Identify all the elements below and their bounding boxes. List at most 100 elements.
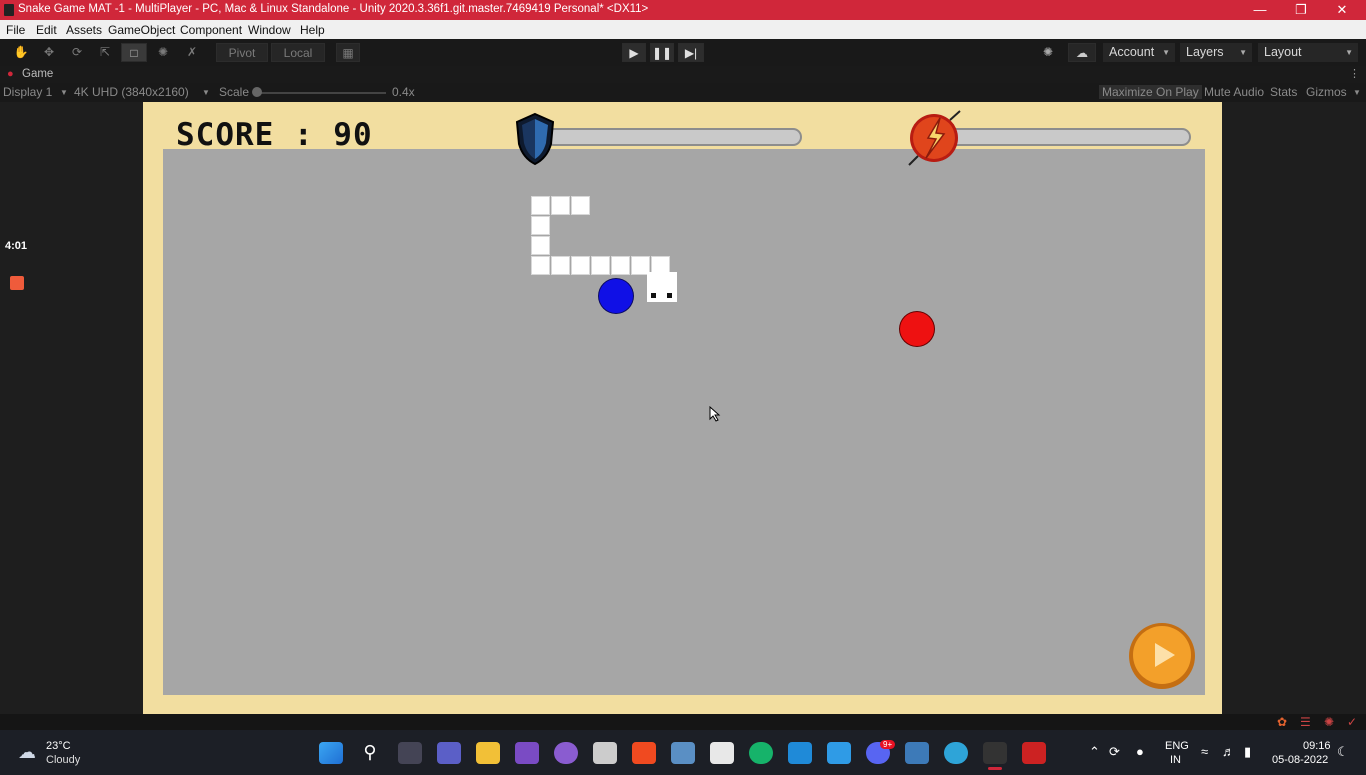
layers-dropdown[interactable]: Layers ▼ (1180, 43, 1252, 62)
notification-badge: 9+ (880, 740, 896, 749)
layout-dropdown[interactable]: Layout ▼ (1258, 43, 1358, 62)
move-tool-icon[interactable]: ✥ (36, 43, 62, 62)
unity-icon (4, 4, 14, 16)
play-button[interactable]: ▶ (622, 43, 646, 62)
grid-snap-icon[interactable]: ▦ (336, 43, 360, 62)
bug-icon[interactable]: ✿ (1277, 715, 1287, 729)
notifications-icon[interactable]: ☾ (1337, 744, 1349, 760)
resolution-dropdown[interactable]: 4K UHD (3840x2160) (74, 85, 189, 99)
stop-recording-button[interactable] (10, 276, 24, 290)
grammarly-icon[interactable] (749, 742, 773, 764)
microphone-icon[interactable]: ● (1136, 744, 1144, 759)
windows-start-icon[interactable] (319, 742, 343, 764)
cloud-weather-icon: ☁ (18, 742, 36, 762)
game-tab[interactable]: Game (22, 68, 53, 80)
pause-button[interactable]: ❚❚ (650, 43, 674, 62)
clock-time[interactable]: 09:16 (1303, 740, 1331, 752)
chevron-down-icon: ▼ (60, 88, 68, 97)
task-view-icon[interactable] (398, 742, 422, 764)
display-dropdown[interactable]: Display 1 (3, 85, 52, 99)
chevron-up-icon[interactable]: ⌃ (1089, 744, 1100, 760)
language-line1[interactable]: ENG (1165, 740, 1189, 752)
scale-tool-icon[interactable]: ⇱ (92, 43, 118, 62)
account-label: Account (1109, 45, 1155, 59)
menu-bar: File Edit Assets GameObject Component Wi… (0, 20, 1366, 39)
scale-slider-thumb[interactable] (252, 87, 262, 97)
stack-icon[interactable]: ☰ (1300, 715, 1311, 729)
transform-tool-icon[interactable]: ✺ (150, 43, 176, 62)
shield-bar (545, 128, 802, 146)
menu-edit[interactable]: Edit (36, 23, 57, 37)
wifi-icon[interactable]: ≈ (1201, 744, 1208, 759)
score-text: SCORE : 90 (176, 117, 373, 153)
cloud-icon[interactable]: ☁ (1068, 43, 1096, 62)
snake-segment (571, 196, 590, 215)
menu-help[interactable]: Help (300, 23, 325, 37)
photos-icon[interactable] (671, 742, 695, 764)
active-app-indicator (988, 767, 1002, 770)
snake-segment (591, 256, 610, 275)
stats-toggle[interactable]: Stats (1270, 85, 1297, 99)
recording-timer: 4:01 (5, 240, 28, 252)
github-icon[interactable] (554, 742, 578, 764)
unity-hub-icon[interactable] (593, 742, 617, 764)
mute-audio-toggle[interactable]: Mute Audio (1204, 85, 1264, 99)
local-label: Local (283, 46, 313, 60)
rect-tool-icon[interactable]: □ (121, 43, 147, 62)
status-strip: ✿ ☰ ✺ ✓ (0, 714, 1366, 730)
blue-food (599, 279, 633, 313)
collab-icon[interactable]: ✺ (1036, 43, 1060, 62)
menu-component[interactable]: Component (180, 23, 242, 37)
teams-icon[interactable] (437, 742, 461, 764)
game-tab-header: ● Game ⋮ (0, 66, 1366, 83)
menu-gameobject[interactable]: GameObject (108, 23, 175, 37)
play-icon[interactable] (1128, 622, 1196, 690)
snipping-tool-icon[interactable] (710, 742, 734, 764)
unity-editor-icon[interactable] (983, 742, 1007, 764)
rotate-tool-icon[interactable]: ⟳ (64, 43, 90, 62)
check-icon[interactable]: ✓ (1347, 715, 1357, 729)
layout-label: Layout (1264, 45, 1302, 59)
step-button[interactable]: ▶| (678, 43, 704, 62)
sync-icon[interactable]: ⟳ (1109, 744, 1120, 760)
snake-eye (651, 293, 656, 298)
vscode-icon[interactable] (788, 742, 812, 764)
network-icon[interactable]: ✺ (1324, 715, 1334, 729)
restore-icon[interactable]: ❐ (1281, 0, 1321, 20)
file-explorer-icon[interactable] (476, 742, 500, 764)
search-icon[interactable]: ⚲ (358, 742, 382, 764)
clock-date[interactable]: 05-08-2022 (1272, 754, 1328, 766)
snake-segment (571, 256, 590, 275)
snake-segment (531, 256, 550, 275)
pivot-button[interactable]: Pivot (216, 43, 268, 62)
weather-temp[interactable]: 23°C (46, 740, 71, 752)
speaker-icon[interactable]: ♬ (1222, 744, 1235, 759)
snake-head (647, 272, 677, 302)
custom-tool-icon[interactable]: ✗ (179, 43, 205, 62)
battery-icon[interactable]: ▮ (1244, 744, 1251, 760)
gizmos-toggle[interactable]: Gizmos (1306, 85, 1347, 99)
gallery-icon[interactable] (905, 742, 929, 764)
more-options-icon[interactable]: ⋮ (1349, 67, 1360, 80)
hand-tool-icon[interactable]: ✋ (8, 43, 34, 62)
snake-segment (551, 256, 570, 275)
local-button[interactable]: Local (271, 43, 325, 62)
brave-icon[interactable] (632, 742, 656, 764)
menu-window[interactable]: Window (248, 23, 291, 37)
pivot-label: Pivot (228, 46, 256, 60)
minimize-icon[interactable]: — (1240, 0, 1280, 20)
language-line2[interactable]: IN (1170, 754, 1181, 766)
menu-file[interactable]: File (6, 23, 25, 37)
snake-segment (531, 196, 550, 215)
maximize-on-play-toggle[interactable]: Maximize On Play (1099, 85, 1202, 99)
account-dropdown[interactable]: Account ▼ (1103, 43, 1175, 62)
notepad-icon[interactable] (827, 742, 851, 764)
edge-icon[interactable] (944, 742, 968, 764)
recorder-app-icon[interactable] (1022, 742, 1046, 764)
scale-slider-track[interactable] (256, 92, 386, 94)
shield-icon (515, 112, 555, 166)
visual-studio-icon[interactable] (515, 742, 539, 764)
weather-desc[interactable]: Cloudy (46, 754, 80, 766)
close-icon[interactable]: ✕ (1322, 0, 1362, 20)
menu-assets[interactable]: Assets (66, 23, 102, 37)
